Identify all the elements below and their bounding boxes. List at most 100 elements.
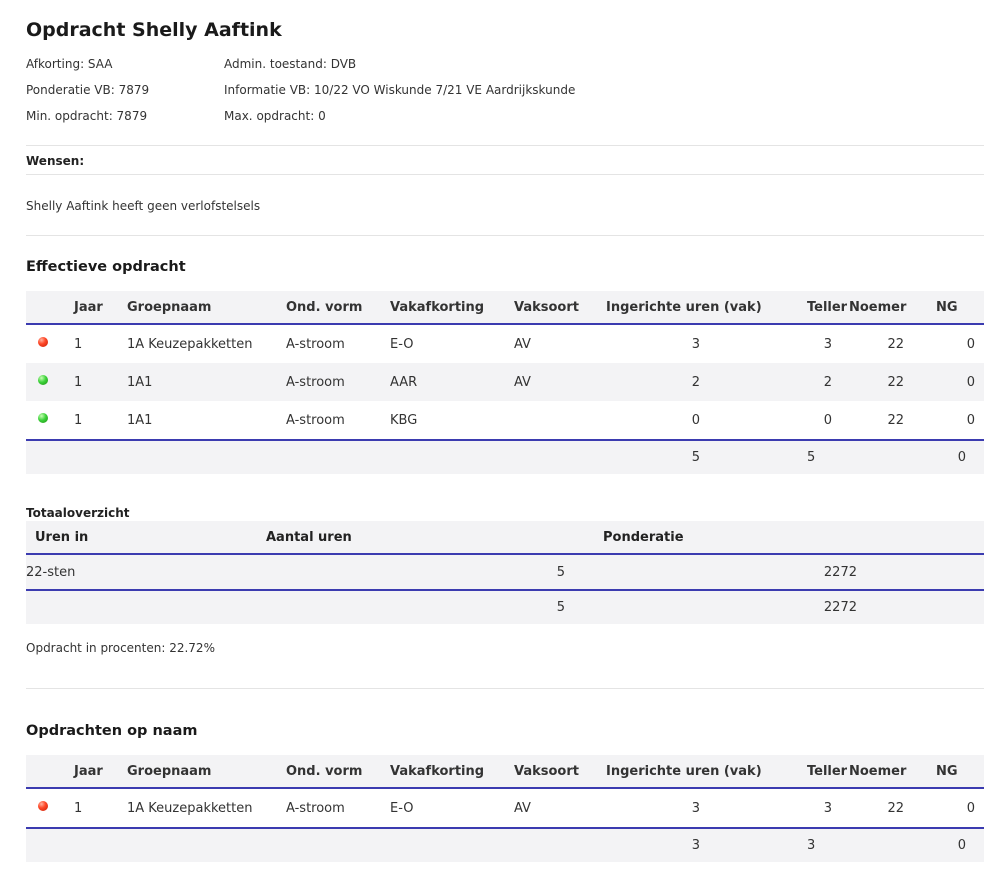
ponderatie-text: Ponderatie VB: 7879: [26, 83, 150, 97]
wensen-label: Wensen:: [26, 154, 85, 168]
col-jaar[interactable]: Jaar: [74, 291, 127, 325]
cell-vakafkorting: AAR: [390, 363, 514, 401]
effectieve-opdracht-table: Jaar Groepnaam Ond. vorm Vakafkorting Va…: [26, 291, 984, 474]
total-teller: 5: [784, 439, 848, 474]
cell-teller: 0: [823, 412, 832, 428]
col-status: [26, 291, 74, 325]
divider: [26, 688, 984, 689]
total-teller: 3: [784, 827, 848, 862]
table-header-row: Uren in Aantal uren Ponderatie: [26, 521, 984, 555]
col-noemer[interactable]: Noemer: [848, 291, 920, 325]
opdrachten-op-naam-heading: Opdrachten op naam: [26, 723, 198, 739]
cell-uren: 2: [606, 363, 784, 401]
cell-uren: 3: [691, 800, 700, 816]
table-row[interactable]: 1 1A1 A-stroom AAR AV 2 2 22 0: [26, 363, 984, 401]
min-opdracht-text: Min. opdracht: 7879: [26, 109, 148, 123]
totaaloverzicht-table: Uren in Aantal uren Ponderatie 22-sten 5…: [26, 521, 984, 624]
col-ond-vorm[interactable]: Ond. vorm: [286, 755, 390, 789]
informatie-text: Informatie VB: 10/22 VO Wiskunde 7/21 VE…: [224, 83, 576, 97]
col-ingerichte-uren[interactable]: Ingerichte uren (vak): [606, 755, 784, 789]
cell-ond-vorm: A-stroom: [286, 363, 390, 401]
opdrachten-op-naam-table: Jaar Groepnaam Ond. vorm Vakafkorting Va…: [26, 755, 984, 862]
table-header-row: Jaar Groepnaam Ond. vorm Vakafkorting Va…: [26, 755, 984, 789]
col-vakafkorting[interactable]: Vakafkorting: [390, 755, 514, 789]
total-uren: 5: [606, 439, 784, 474]
cell-vaksoort: AV: [514, 336, 531, 352]
cell-teller: 2: [784, 363, 848, 401]
cell-vaksoort: [514, 401, 606, 440]
totals-row: 5 5 0: [26, 439, 984, 474]
cell-groepnaam: 1A1: [127, 412, 153, 428]
totals-row: 3 3 0: [26, 827, 984, 862]
table-row[interactable]: 22-sten 5 2272: [26, 554, 984, 590]
cell-vaksoort: AV: [514, 800, 531, 816]
cell-uren: 3: [691, 336, 700, 352]
cell-groepnaam: 1A1: [127, 363, 286, 401]
cell-noemer: 22: [887, 800, 904, 816]
table-row[interactable]: 1 1A Keuzepakketten A-stroom E-O AV 3 3 …: [26, 324, 984, 363]
total-ng: 0: [920, 439, 984, 474]
cell-noemer: 22: [887, 336, 904, 352]
col-vaksoort[interactable]: Vaksoort: [514, 291, 606, 325]
col-groepnaam[interactable]: Groepnaam: [127, 291, 286, 325]
status-red-icon: [38, 336, 48, 347]
opdracht-procenten-text: Opdracht in procenten: 22.72%: [26, 641, 215, 655]
cell-ng: 0: [966, 800, 975, 816]
max-opdracht-text: Max. opdracht: 0: [224, 109, 326, 123]
col-uren-in[interactable]: Uren in: [26, 521, 266, 555]
col-groepnaam[interactable]: Groepnaam: [127, 755, 286, 789]
cell-ng: 0: [966, 336, 975, 352]
col-ng[interactable]: NG: [920, 755, 984, 789]
total-aantal: 5: [266, 589, 603, 624]
cell-ng: 0: [920, 363, 984, 401]
cell-uren: 0: [691, 412, 700, 428]
total-uren: 3: [606, 827, 784, 862]
cell-ond-vorm: A-stroom: [286, 412, 345, 428]
status-green-icon: [38, 412, 48, 423]
total-ng: 0: [920, 827, 984, 862]
col-ond-vorm[interactable]: Ond. vorm: [286, 291, 390, 325]
cell-jaar: 1: [74, 363, 127, 401]
col-teller[interactable]: Teller: [784, 291, 848, 325]
col-aantal-uren[interactable]: Aantal uren: [266, 521, 603, 555]
cell-groepnaam: 1A Keuzepakketten: [127, 800, 253, 816]
cell-ond-vorm: A-stroom: [286, 800, 345, 816]
col-status: [26, 755, 74, 789]
cell-noemer: 22: [848, 363, 920, 401]
total-ponderatie: 2272: [603, 589, 984, 624]
col-noemer[interactable]: Noemer: [848, 755, 920, 789]
col-teller[interactable]: Teller: [784, 755, 848, 789]
totals-row: 5 2272: [26, 589, 984, 624]
cell-teller: 3: [823, 336, 832, 352]
cell-jaar: 1: [74, 336, 83, 352]
divider: [26, 235, 984, 236]
col-ng[interactable]: NG: [920, 291, 984, 325]
cell-jaar: 1: [74, 800, 83, 816]
col-vakafkorting[interactable]: Vakafkorting: [390, 291, 514, 325]
cell-noemer: 22: [887, 412, 904, 428]
table-row[interactable]: 1 1A Keuzepakketten A-stroom E-O AV 3 3 …: [26, 788, 984, 828]
cell-teller: 3: [823, 800, 832, 816]
status-green-icon: [38, 374, 48, 385]
divider: [26, 145, 984, 146]
verlof-text: Shelly Aaftink heeft geen verlofstelsels: [26, 199, 261, 213]
cell-vakafkorting: E-O: [390, 800, 414, 816]
cell-vakafkorting: E-O: [390, 336, 414, 352]
table-row[interactable]: 1 1A1 A-stroom KBG 0 0 22 0: [26, 401, 984, 440]
cell-groepnaam: 1A Keuzepakketten: [127, 336, 253, 352]
cell-ng: 0: [966, 412, 975, 428]
col-ponderatie[interactable]: Ponderatie: [603, 521, 984, 555]
afkorting-text: Afkorting: SAA: [26, 57, 113, 71]
cell-jaar: 1: [74, 412, 83, 428]
cell-aantal: 5: [266, 554, 603, 590]
col-vaksoort[interactable]: Vaksoort: [514, 755, 606, 789]
col-ingerichte-uren[interactable]: Ingerichte uren (vak): [606, 291, 784, 325]
divider: [26, 174, 984, 175]
table-header-row: Jaar Groepnaam Ond. vorm Vakafkorting Va…: [26, 291, 984, 325]
cell-uren-in: 22-sten: [26, 554, 266, 590]
cell-vaksoort: AV: [514, 363, 606, 401]
page-title: Opdracht Shelly Aaftink: [26, 19, 282, 41]
effectieve-opdracht-heading: Effectieve opdracht: [26, 259, 186, 275]
col-jaar[interactable]: Jaar: [74, 755, 127, 789]
cell-ond-vorm: A-stroom: [286, 336, 345, 352]
